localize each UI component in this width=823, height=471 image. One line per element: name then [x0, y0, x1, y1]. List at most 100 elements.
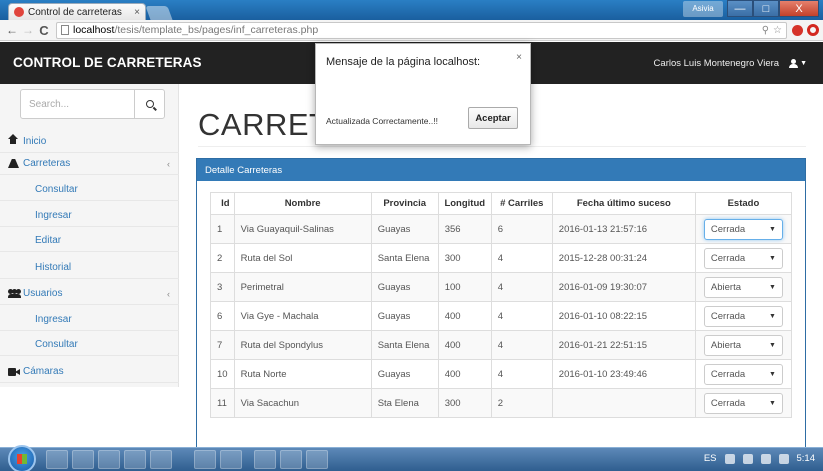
minimize-button[interactable]: —	[727, 0, 753, 17]
estado-value: Abierta	[710, 281, 741, 293]
sidebar-item-usuarios-consultar[interactable]: Consultar	[0, 334, 179, 356]
sidebar-item-inicio[interactable]: Inicio	[0, 131, 179, 153]
sidebar-item-carreteras-historial[interactable]: Historial	[0, 257, 179, 279]
taskbar-app-icon[interactable]	[72, 450, 94, 469]
back-arrow-icon[interactable]: ←	[4, 23, 20, 37]
estado-select[interactable]: Cerrada ▼	[703, 363, 783, 385]
cell-fecha: 2016-01-13 21:57:16	[551, 214, 696, 244]
estado-value: Cerrada	[710, 310, 746, 322]
sidebar-item-label: Inicio	[23, 136, 47, 147]
cell-nombre: Via Gye - Machala	[233, 301, 372, 331]
brand-title[interactable]: CONTROL DE CARRETERAS	[13, 55, 202, 70]
cell-provincia: Santa Elena	[370, 243, 439, 273]
cell-provincia: Guayas	[370, 272, 439, 302]
opera-icon[interactable]	[807, 24, 819, 36]
sidebar-item-carreteras-ingresar[interactable]: Ingresar	[0, 205, 179, 227]
close-window-button[interactable]: X	[779, 0, 819, 17]
user-icon	[789, 59, 799, 68]
column-header-carriles[interactable]: # Carriles	[490, 192, 553, 215]
sidebar-item-carreteras-consultar[interactable]: Consultar	[0, 179, 179, 201]
search-input[interactable]	[21, 90, 134, 118]
window-user-badge: Asivia	[683, 1, 723, 17]
forward-arrow-icon[interactable]: →	[20, 23, 36, 37]
sidebar-item-label: Cámaras	[23, 366, 64, 377]
home-icon	[8, 133, 18, 146]
cell-provincia: Santa Elena	[370, 330, 439, 360]
extension-icon[interactable]	[792, 24, 803, 36]
maximize-button[interactable]: □	[753, 0, 779, 17]
estado-select[interactable]: Cerrada ▼	[703, 305, 783, 327]
dialog-close-icon[interactable]: ×	[516, 52, 522, 63]
language-indicator[interactable]: ES	[704, 453, 717, 464]
taskbar-app-icon[interactable]	[124, 450, 146, 469]
tray-up-icon[interactable]	[724, 453, 735, 464]
aceptar-button[interactable]: Aceptar	[468, 107, 518, 129]
taskbar-app-icon[interactable]	[254, 450, 276, 469]
taskbar-app-icon[interactable]	[220, 450, 242, 469]
sidebar-item-camaras[interactable]: Cámaras	[0, 361, 179, 383]
signal-icon[interactable]	[778, 453, 789, 464]
reload-icon[interactable]: C	[36, 23, 52, 38]
column-header-nombre[interactable]: Nombre	[233, 192, 372, 215]
taskbar-app-icon[interactable]	[194, 450, 216, 469]
network-icon[interactable]	[742, 453, 753, 464]
sidebar-item-label: Consultar	[35, 339, 78, 350]
cell-id: 10	[210, 359, 235, 389]
cell-longitud: 356	[437, 214, 492, 244]
sidebar-item-label: Usuarios	[23, 288, 63, 299]
dropdown-arrow-icon: ▼	[768, 341, 776, 349]
estado-select[interactable]: Abierta ▼	[703, 276, 783, 298]
new-tab-button[interactable]	[145, 6, 173, 20]
estado-select[interactable]: Cerrada ▼	[703, 218, 783, 240]
browser-tab[interactable]: Control de carreteras ×	[8, 3, 146, 20]
sidebar-item-usuarios-ingresar[interactable]: Ingresar	[0, 309, 179, 331]
cell-estado: Cerrada ▼	[694, 359, 793, 389]
star-icon[interactable]: ☆	[773, 25, 782, 36]
column-header-id[interactable]: Id	[210, 192, 235, 215]
search-box	[20, 89, 165, 119]
estado-value: Cerrada	[710, 397, 746, 409]
tab-close-icon[interactable]: ×	[134, 7, 140, 18]
cell-longitud: 300	[437, 388, 492, 418]
user-menu[interactable]: Carlos Luis Montenegro Viera ▼	[654, 58, 807, 69]
estado-select[interactable]: Cerrada ▼	[703, 247, 783, 269]
column-header-fecha[interactable]: Fecha último suceso	[551, 192, 696, 215]
sidebar-item-carreteras-editar[interactable]: Editar	[0, 230, 179, 252]
estado-value: Cerrada	[710, 252, 746, 264]
taskbar-app-icon[interactable]	[306, 450, 328, 469]
cell-carriles: 4	[490, 301, 553, 331]
zoom-icon[interactable]: ⚲	[762, 25, 769, 36]
column-header-provincia[interactable]: Provincia	[370, 192, 439, 215]
column-header-longitud[interactable]: Longitud	[437, 192, 492, 215]
search-button[interactable]	[134, 90, 164, 118]
estado-select[interactable]: Abierta ▼	[703, 334, 783, 356]
cell-nombre: Ruta Norte	[233, 359, 372, 389]
volume-icon[interactable]	[760, 453, 771, 464]
cell-longitud: 400	[437, 330, 492, 360]
taskbar-app-icon[interactable]	[150, 450, 172, 469]
taskbar-app-icon[interactable]	[280, 450, 302, 469]
sidebar-item-label: Historial	[35, 262, 72, 273]
cell-estado: Abierta ▼	[694, 330, 793, 360]
clock[interactable]: 5:14	[797, 453, 816, 464]
sidebar-item-usuarios[interactable]: Usuarios ‹	[0, 283, 179, 305]
sidebar-item-carreteras[interactable]: Carreteras ‹	[0, 153, 179, 175]
table-row: 11 Via Sacachun Sta Elena 300 2 Cerrada ▼	[210, 388, 793, 418]
cell-provincia: Guayas	[370, 214, 439, 244]
panel-title: Detalle Carreteras	[197, 159, 805, 181]
column-header-estado[interactable]: Estado	[694, 192, 793, 215]
sidebar-item-label: Ingresar	[35, 314, 72, 325]
cell-fecha: 2015-12-28 00:31:24	[551, 243, 696, 273]
cell-longitud: 300	[437, 243, 492, 273]
window-controls: Asivia — □ X	[683, 0, 819, 17]
start-button[interactable]	[8, 445, 36, 471]
cell-fecha: 2016-01-09 19:30:07	[551, 272, 696, 302]
estado-value: Abierta	[710, 339, 741, 351]
cell-estado: Cerrada ▼	[694, 388, 793, 418]
cell-fecha: 2016-01-21 22:51:15	[551, 330, 696, 360]
url-host: localhost	[73, 24, 115, 36]
estado-select[interactable]: Cerrada ▼	[703, 392, 783, 414]
address-bar[interactable]: localhost /tesis/template_bs/pages/inf_c…	[56, 21, 787, 39]
taskbar-app-icon[interactable]	[46, 450, 68, 469]
taskbar-app-icon[interactable]	[98, 450, 120, 469]
